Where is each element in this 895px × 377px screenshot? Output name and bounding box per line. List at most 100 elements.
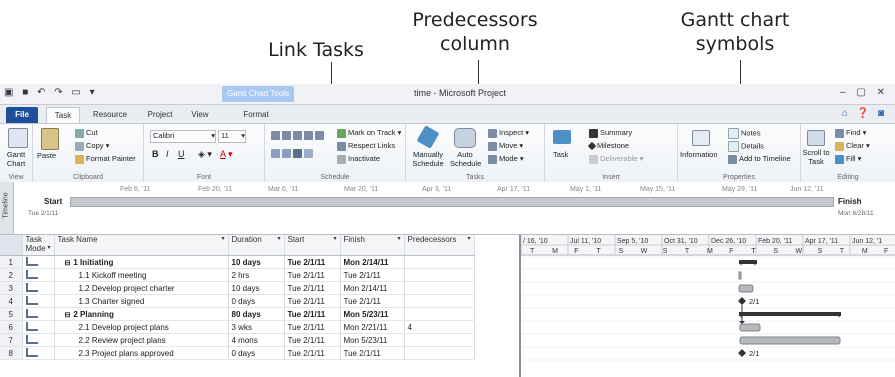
task-name-cell[interactable]: 2.3 Project plans approved [54, 346, 229, 360]
mode-button[interactable]: Mode ▾ [488, 154, 524, 164]
column-header-finish[interactable]: Finish ▾ [340, 235, 405, 256]
information-button[interactable]: Information [680, 150, 718, 159]
collapse-toggle-icon[interactable]: ⊟ [65, 260, 71, 267]
gantt-chart[interactable]: / 16, '10 Jul 11, '10 Sep 5, '10 Oct 31, '1… [521, 235, 895, 377]
manually-schedule-button[interactable]: Manually Schedule [408, 150, 448, 168]
tab-view[interactable]: View [184, 107, 216, 123]
italic-button[interactable]: I [166, 149, 169, 159]
timeline-pane[interactable]: Timeline Feb 6, '11 Feb 20, '11 Mar 6, '… [0, 182, 895, 235]
start-cell[interactable]: Tue 2/1/11 [284, 346, 341, 360]
task-name-cell[interactable]: 1.2 Develop project charter [54, 281, 229, 295]
table-row[interactable]: 2 1.1 Kickoff meeting 2 hrs Tue 2/1/11 Tue 2… [0, 268, 475, 282]
table-row[interactable]: 3 1.2 Develop project charter 10 days Tue 2… [0, 281, 475, 295]
predecessors-cell[interactable] [404, 281, 475, 295]
inspect-button[interactable]: Inspect ▾ [488, 128, 529, 138]
predecessors-cell[interactable]: 4 [404, 320, 475, 334]
row-number[interactable]: 6 [0, 320, 23, 334]
percent-complete-buttons[interactable] [271, 130, 326, 140]
predecessors-cell[interactable] [404, 268, 475, 282]
format-painter-button[interactable]: Format Painter [75, 154, 136, 164]
font-name-select[interactable]: Calibri ▾ [150, 130, 216, 143]
row-number[interactable]: 1 [0, 255, 23, 269]
mark-on-track-button[interactable]: Mark on Track ▾ [337, 128, 401, 138]
task-mode-cell[interactable] [22, 307, 55, 321]
predecessors-cell[interactable] [404, 294, 475, 308]
table-row[interactable]: 6 2.1 Develop project plans 3 wks Tue 2/1/1… [0, 320, 475, 334]
duration-cell[interactable]: 4 mons [228, 333, 285, 347]
finish-cell[interactable]: Mon 5/23/11 [340, 333, 405, 347]
auto-schedule-button[interactable]: Auto Schedule [450, 150, 481, 168]
quick-access-toolbar[interactable]: ▣ ■ ↶ ↷ ▭ ▾ [4, 87, 98, 98]
predecessors-cell[interactable] [404, 307, 475, 321]
duration-cell[interactable]: 3 wks [228, 320, 285, 334]
table-row[interactable]: 5 ⊟ 2 Planning 80 days Tue 2/1/11 Mon 5/23/11 [0, 307, 475, 321]
collapse-toggle-icon[interactable]: ⊟ [65, 312, 71, 319]
paste-button[interactable]: Paste [37, 151, 56, 160]
finish-cell[interactable]: Mon 5/23/11 [340, 307, 405, 321]
fill-button[interactable]: Fill ▾ [835, 154, 861, 164]
scroll-to-task-button[interactable]: Scroll to Task [801, 148, 831, 166]
tab-project[interactable]: Project [140, 107, 180, 123]
respect-links-button[interactable]: Respect Links [337, 141, 395, 151]
font-size-select[interactable]: 11 ▾ [218, 130, 246, 143]
deliverable-button[interactable]: Deliverable ▾ [589, 154, 643, 164]
task-mode-cell[interactable] [22, 294, 55, 308]
start-cell[interactable]: Tue 2/1/11 [284, 268, 341, 282]
notes-button[interactable]: Notes [728, 128, 761, 139]
task-mode-cell[interactable] [22, 346, 55, 360]
timeline-bar[interactable] [70, 197, 834, 207]
finish-cell[interactable]: Tue 2/1/11 [340, 346, 405, 360]
start-cell[interactable]: Tue 2/1/11 [284, 281, 341, 295]
table-row[interactable]: 8 2.3 Project plans approved 0 days Tue 2/1… [0, 346, 475, 360]
task-name-cell[interactable]: ⊟ 1 Initiating [54, 255, 229, 269]
row-number[interactable]: 8 [0, 346, 23, 360]
link-tasks-icon[interactable] [293, 148, 302, 158]
tab-format[interactable]: Format [226, 107, 286, 123]
help-icon[interactable]: ⌂ ❓ ◙ [842, 108, 887, 119]
window-controls[interactable]: – ▢ ✕ [840, 87, 889, 98]
details-button[interactable]: Details [728, 141, 764, 152]
add-to-timeline-button[interactable]: Add to Timeline [728, 154, 791, 164]
clear-button[interactable]: Clear ▾ [835, 141, 870, 151]
start-cell[interactable]: Tue 2/1/11 [284, 333, 341, 347]
duration-cell[interactable]: 2 hrs [228, 268, 285, 282]
task-mode-cell[interactable] [22, 281, 55, 295]
row-number[interactable]: 2 [0, 268, 23, 282]
summary-button[interactable]: Summary [589, 128, 632, 138]
gantt-chart-pane[interactable]: / 16, '10 Jul 11, '10 Sep 5, '10 Oct 31, '1… [519, 235, 895, 377]
tab-file[interactable]: File [6, 107, 38, 123]
duration-cell[interactable]: 80 days [228, 307, 285, 321]
finish-cell[interactable]: Mon 2/21/11 [340, 320, 405, 334]
finish-cell[interactable]: Tue 2/1/11 [340, 268, 405, 282]
indent-buttons[interactable] [271, 148, 315, 158]
highlight-button[interactable]: ◈ ▾ [198, 149, 212, 160]
cut-button[interactable]: Cut [75, 128, 98, 138]
duration-cell[interactable]: 0 days [228, 346, 285, 360]
task-name-cell[interactable]: 2.1 Develop project plans [54, 320, 229, 334]
duration-cell[interactable]: 10 days [228, 281, 285, 295]
finish-cell[interactable]: Tue 2/1/11 [340, 294, 405, 308]
column-header-task-name[interactable]: Task Name ▾ [54, 235, 229, 256]
task-name-cell[interactable]: ⊟ 2 Planning [54, 307, 229, 321]
column-header-duration[interactable]: Duration ▾ [228, 235, 285, 256]
column-header-start[interactable]: Start ▾ [284, 235, 341, 256]
insert-task-button[interactable]: Task [553, 150, 568, 159]
tab-resource[interactable]: Resource [86, 107, 134, 123]
finish-cell[interactable]: Mon 2/14/11 [340, 281, 405, 295]
task-name-cell[interactable]: 1.3 Charter signed [54, 294, 229, 308]
task-mode-cell[interactable] [22, 320, 55, 334]
find-button[interactable]: Find ▾ [835, 128, 866, 138]
row-number[interactable]: 4 [0, 294, 23, 308]
table-row[interactable]: 7 2.2 Review project plans 4 mons Tue 2/1/1… [0, 333, 475, 347]
table-row[interactable]: 1 ⊟ 1 Initiating 10 days Tue 2/1/11 Mon 2/14/… [0, 255, 475, 269]
start-cell[interactable]: Tue 2/1/11 [284, 320, 341, 334]
tab-task[interactable]: Task [46, 107, 80, 124]
task-mode-cell[interactable] [22, 268, 55, 282]
underline-button[interactable]: U [178, 149, 185, 159]
finish-cell[interactable]: Mon 2/14/11 [340, 255, 405, 269]
task-name-cell[interactable]: 1.1 Kickoff meeting [54, 268, 229, 282]
gantt-chart-button[interactable]: Gantt Chart [2, 150, 30, 168]
duration-cell[interactable]: 10 days [228, 255, 285, 269]
table-row[interactable]: 4 1.3 Charter signed 0 days Tue 2/1/11 Tue 2… [0, 294, 475, 308]
row-number[interactable]: 5 [0, 307, 23, 321]
